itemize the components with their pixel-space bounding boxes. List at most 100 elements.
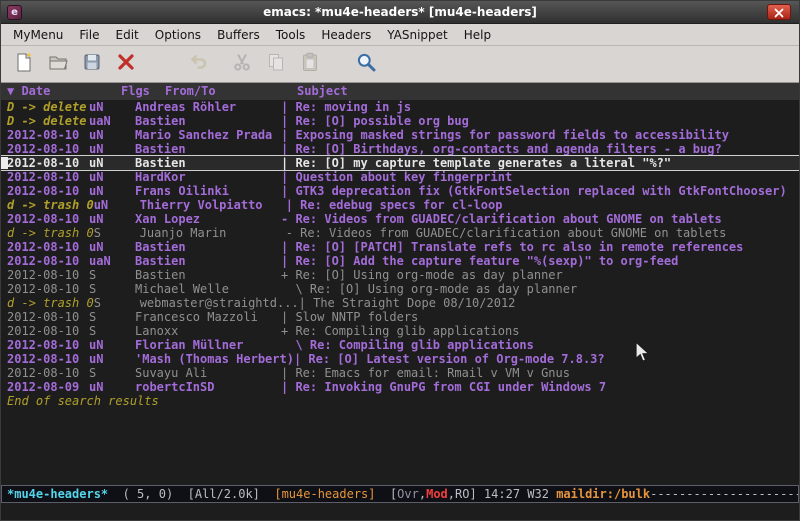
menu-mymenu[interactable]: MyMenu <box>5 25 71 45</box>
from-cell: Bastien <box>135 254 281 268</box>
end-of-results-text: End of search results <box>1 394 799 408</box>
message-row[interactable]: 2012-08-10SBastien+ Re: [O] Using org-mo… <box>1 268 799 282</box>
date-cell: 2012-08-10 <box>7 156 89 170</box>
flags-cell: uN <box>89 380 135 394</box>
menu-headers[interactable]: Headers <box>313 25 379 45</box>
message-row[interactable]: 2012-08-10uNHardKor| Question about key … <box>1 170 799 184</box>
menu-edit[interactable]: Edit <box>108 25 147 45</box>
close-button[interactable] <box>767 4 791 20</box>
flags-cell: uN <box>89 240 135 254</box>
cut-icon <box>231 51 253 77</box>
message-row[interactable]: D -> deleteuNAndreas Röhler| Re: moving … <box>1 100 799 114</box>
paste-button <box>295 49 325 79</box>
close-button[interactable] <box>111 49 141 79</box>
subject-cell: | Re: [O] possible org bug <box>281 114 469 128</box>
subject-cell: | Re: [O] Birthdays, org-contacts and ag… <box>281 142 722 156</box>
menu-buffers[interactable]: Buffers <box>209 25 268 45</box>
from-cell: Florian Müllner <box>135 338 281 352</box>
subject-cell: | Re: moving in js <box>281 100 411 114</box>
modeline-segment: ] <box>469 487 476 501</box>
flags-cell: uN <box>89 100 135 114</box>
message-row[interactable]: 2012-08-09uNrobertcInSD| Re: Invoking Gn… <box>1 380 799 394</box>
modeline-segment: *mu4e-headers* <box>7 487 108 501</box>
message-row[interactable]: 2012-08-10uNMario Sanchez Prada| Exposin… <box>1 128 799 142</box>
message-row[interactable]: 2012-08-10SMichael Welle \ Re: [O] Using… <box>1 282 799 296</box>
flags-cell: uN <box>89 352 135 366</box>
message-row[interactable]: d -> trash 0uNThierry Volpiatto| Re: ede… <box>1 198 799 212</box>
message-row[interactable]: 2012-08-10uaNBastien| Re: [O] Add the ca… <box>1 254 799 268</box>
menu-help[interactable]: Help <box>456 25 499 45</box>
message-row[interactable]: 2012-08-10uNBastien| Re: [O] Birthdays, … <box>1 142 799 156</box>
from-cell: Lanoxx <box>135 324 281 338</box>
message-row[interactable]: 2012-08-10SFrancesco Mazzoli| Slow NNTP … <box>1 310 799 324</box>
message-row[interactable]: d -> trash 0Swebmaster@straightd...| The… <box>1 296 799 310</box>
mark-cell: D -> delete <box>7 114 89 128</box>
modeline-segment: [All/2.0k] <box>188 487 275 501</box>
modeline-segment: 14:27 W32 <box>477 487 556 501</box>
echo-area[interactable] <box>1 503 799 520</box>
from-cell: Mario Sanchez Prada <box>135 128 281 142</box>
from-cell: Bastien <box>135 268 281 282</box>
message-row[interactable]: 2012-08-10uNFrans Oilinki| GTK3 deprecat… <box>1 184 799 198</box>
message-row[interactable]: 2012-08-10uN'Mash (Thomas Herbert)| Re: … <box>1 352 799 366</box>
menu-file[interactable]: File <box>71 25 107 45</box>
text-cursor <box>1 157 8 169</box>
flags-cell: S <box>94 296 140 310</box>
modeline-segment: ( 5, 0) <box>108 487 187 501</box>
column-header-subject[interactable]: Subject <box>297 83 348 100</box>
flags-cell: uN <box>89 212 135 226</box>
from-cell: 'Mash (Thomas Herbert) <box>135 352 294 366</box>
date-cell: 2012-08-10 <box>7 254 89 268</box>
modeline-segment: maildir:/bulk <box>556 487 650 501</box>
date-cell: 2012-08-10 <box>7 170 89 184</box>
save-button[interactable] <box>77 49 107 79</box>
subject-cell: + Re: Compiling glib applications <box>281 324 519 338</box>
from-cell: Suvayu Ali <box>135 366 281 380</box>
open-button[interactable] <box>43 49 73 79</box>
menu-options[interactable]: Options <box>147 25 209 45</box>
from-cell: Bastien <box>135 240 281 254</box>
message-row[interactable]: 2012-08-10uNBastien| Re: [O] [PATCH] Tra… <box>1 240 799 254</box>
save-icon <box>81 51 103 77</box>
column-header-from[interactable]: From/To <box>165 83 216 100</box>
message-row[interactable]: 2012-08-10uNXan Lopez- Re: Videos from G… <box>1 212 799 226</box>
new-file-button[interactable] <box>9 49 39 79</box>
column-header-flags[interactable]: Flgs <box>121 83 150 100</box>
message-row[interactable]: 2012-08-10SLanoxx+ Re: Compiling glib ap… <box>1 324 799 338</box>
open-icon <box>47 51 69 77</box>
undo-icon <box>187 51 209 77</box>
message-row[interactable]: D -> deleteuaNBastien| Re: [O] possible … <box>1 114 799 128</box>
modeline-segment: , <box>448 487 455 501</box>
subject-cell: | Exposing masked strings for password f… <box>281 128 729 142</box>
buffer-content: ▼ Date Flgs From/To Subject D -> deleteu… <box>1 83 799 520</box>
date-cell: 2012-08-10 <box>7 310 89 324</box>
flags-cell: S <box>89 268 135 282</box>
menu-yasnippet[interactable]: YASnippet <box>379 25 456 45</box>
search-button[interactable] <box>351 49 381 79</box>
message-row[interactable]: 2012-08-10SSuvayu Ali| Re: Emacs for ema… <box>1 366 799 380</box>
subject-cell: | GTK3 deprecation fix (GtkFontSelection… <box>281 184 787 198</box>
message-row[interactable]: d -> trash 0SJuanjo Marin- Re: Videos fr… <box>1 226 799 240</box>
subject-cell: - Re: Videos from GUADEC/clarification a… <box>286 226 727 240</box>
modeline-segment: , <box>419 487 426 501</box>
modeline-segment: -------------------------------------- <box>650 487 799 501</box>
from-cell: Juanjo Marin <box>140 226 286 240</box>
from-cell: Francesco Mazzoli <box>135 310 281 324</box>
date-cell: 2012-08-10 <box>7 240 89 254</box>
flags-cell: uN <box>94 198 140 212</box>
subject-cell: - Re: Videos from GUADEC/clarification a… <box>281 212 722 226</box>
date-cell: 2012-08-10 <box>7 282 89 296</box>
window-title: emacs: *mu4e-headers* [mu4e-headers] <box>1 5 799 19</box>
date-cell: 2012-08-10 <box>7 352 89 366</box>
column-header-date[interactable]: ▼ Date <box>7 83 50 100</box>
message-row[interactable]: 2012-08-10uNBastien| Re: [O] my capture … <box>1 156 799 170</box>
subject-cell: | Re: Invoking GnuPG from CGI under Wind… <box>281 380 606 394</box>
from-cell: Michael Welle <box>135 282 281 296</box>
flags-cell: uN <box>89 184 135 198</box>
paste-icon <box>299 51 321 77</box>
message-row[interactable]: 2012-08-10uNFlorian Müllner \ Re: Compil… <box>1 338 799 352</box>
modeline-segment: RO <box>455 487 469 501</box>
subject-cell: | Re: edebug specs for cl-loop <box>286 198 503 212</box>
menu-tools[interactable]: Tools <box>268 25 314 45</box>
close-icon <box>774 3 784 22</box>
